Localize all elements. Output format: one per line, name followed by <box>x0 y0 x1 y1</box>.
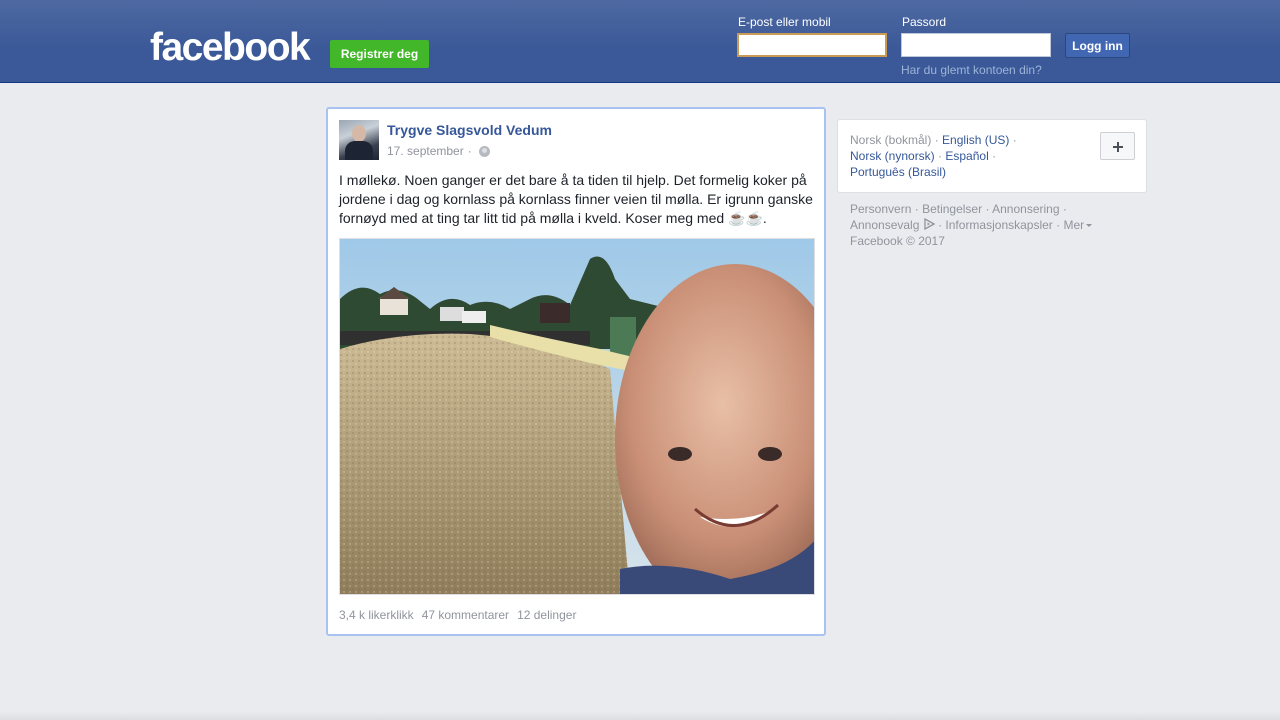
top-navigation-bar: facebook Registrer deg E-post eller mobi… <box>0 0 1280 83</box>
meta-separator: · <box>467 144 472 158</box>
add-language-button[interactable] <box>1100 132 1135 160</box>
adchoices-icon <box>924 218 935 230</box>
register-button[interactable]: Registrer deg <box>330 40 429 68</box>
facebook-logo[interactable]: facebook <box>150 26 311 70</box>
language-option-nynorsk[interactable]: Norsk (nynorsk) <box>850 149 935 163</box>
plus-icon <box>1113 142 1123 152</box>
login-button[interactable]: Logg inn <box>1065 33 1130 58</box>
post-stats: 3,4 k likerklikk 47 kommentarer 12 delin… <box>339 608 576 622</box>
post-date-link[interactable]: 17. september <box>387 144 464 158</box>
author-name-link[interactable]: Trygve Slagsvold Vedum <box>387 122 552 138</box>
likes-count[interactable]: 3,4 k likerklikk <box>339 608 414 622</box>
footer-link-terms[interactable]: Betingelser <box>922 202 982 216</box>
shares-count[interactable]: 12 delinger <box>517 608 576 622</box>
comments-count[interactable]: 47 kommentarer <box>422 608 509 622</box>
footer-link-adchoices[interactable]: Annonsevalg <box>850 218 938 232</box>
copyright: Facebook © 2017 <box>850 234 945 248</box>
footer-link-cookies[interactable]: Informasjonskapsler <box>945 218 1052 232</box>
footer-link-more[interactable]: Mer <box>1064 218 1093 232</box>
more-label: Mer <box>1063 218 1085 232</box>
bottom-shadow <box>0 712 1280 720</box>
separator: · <box>938 218 943 232</box>
email-label: E-post eller mobil <box>738 15 831 29</box>
language-list: Norsk (bokmål) · English (US) · Norsk (n… <box>850 132 1090 180</box>
separator: · <box>1062 202 1067 216</box>
separator: · <box>985 202 990 216</box>
email-input[interactable] <box>737 33 887 57</box>
separator: · <box>992 149 997 163</box>
caret-down-icon <box>1086 224 1093 227</box>
post-photo[interactable] <box>339 238 815 595</box>
separator: · <box>1012 133 1017 147</box>
adchoices-label: Annonsevalg <box>850 218 920 232</box>
language-selector-box: Norsk (bokmål) · English (US) · Norsk (n… <box>837 119 1147 193</box>
footer-link-privacy[interactable]: Personvern <box>850 202 911 216</box>
author-avatar[interactable] <box>339 120 379 160</box>
language-option-english[interactable]: English (US) <box>942 133 1009 147</box>
footer-link-advertising[interactable]: Annonsering <box>992 202 1059 216</box>
globe-icon[interactable] <box>478 145 490 157</box>
language-option-portugues[interactable]: Português (Brasil) <box>850 165 946 179</box>
avatar-body <box>345 141 373 160</box>
footer-links: Personvern · Betingelser · Annonsering ·… <box>850 201 1130 249</box>
language-option-espanol[interactable]: Español <box>945 149 988 163</box>
post-text: I møllekø. Noen ganger er det bare å ta … <box>339 172 813 226</box>
separator: · <box>934 133 939 147</box>
post-card: Trygve Slagsvold Vedum 17. september · I… <box>326 107 826 636</box>
avatar-head <box>352 125 366 142</box>
separator: · <box>1056 218 1061 232</box>
photo-illustration <box>340 239 814 594</box>
password-label: Passord <box>902 15 947 29</box>
separator: · <box>938 149 943 163</box>
language-current: Norsk (bokmål) <box>850 133 932 147</box>
separator: · <box>914 202 919 216</box>
forgot-account-link[interactable]: Har du glemt kontoen din? <box>901 63 1042 77</box>
password-input[interactable] <box>901 33 1051 57</box>
post-meta: 17. september · <box>387 144 490 158</box>
